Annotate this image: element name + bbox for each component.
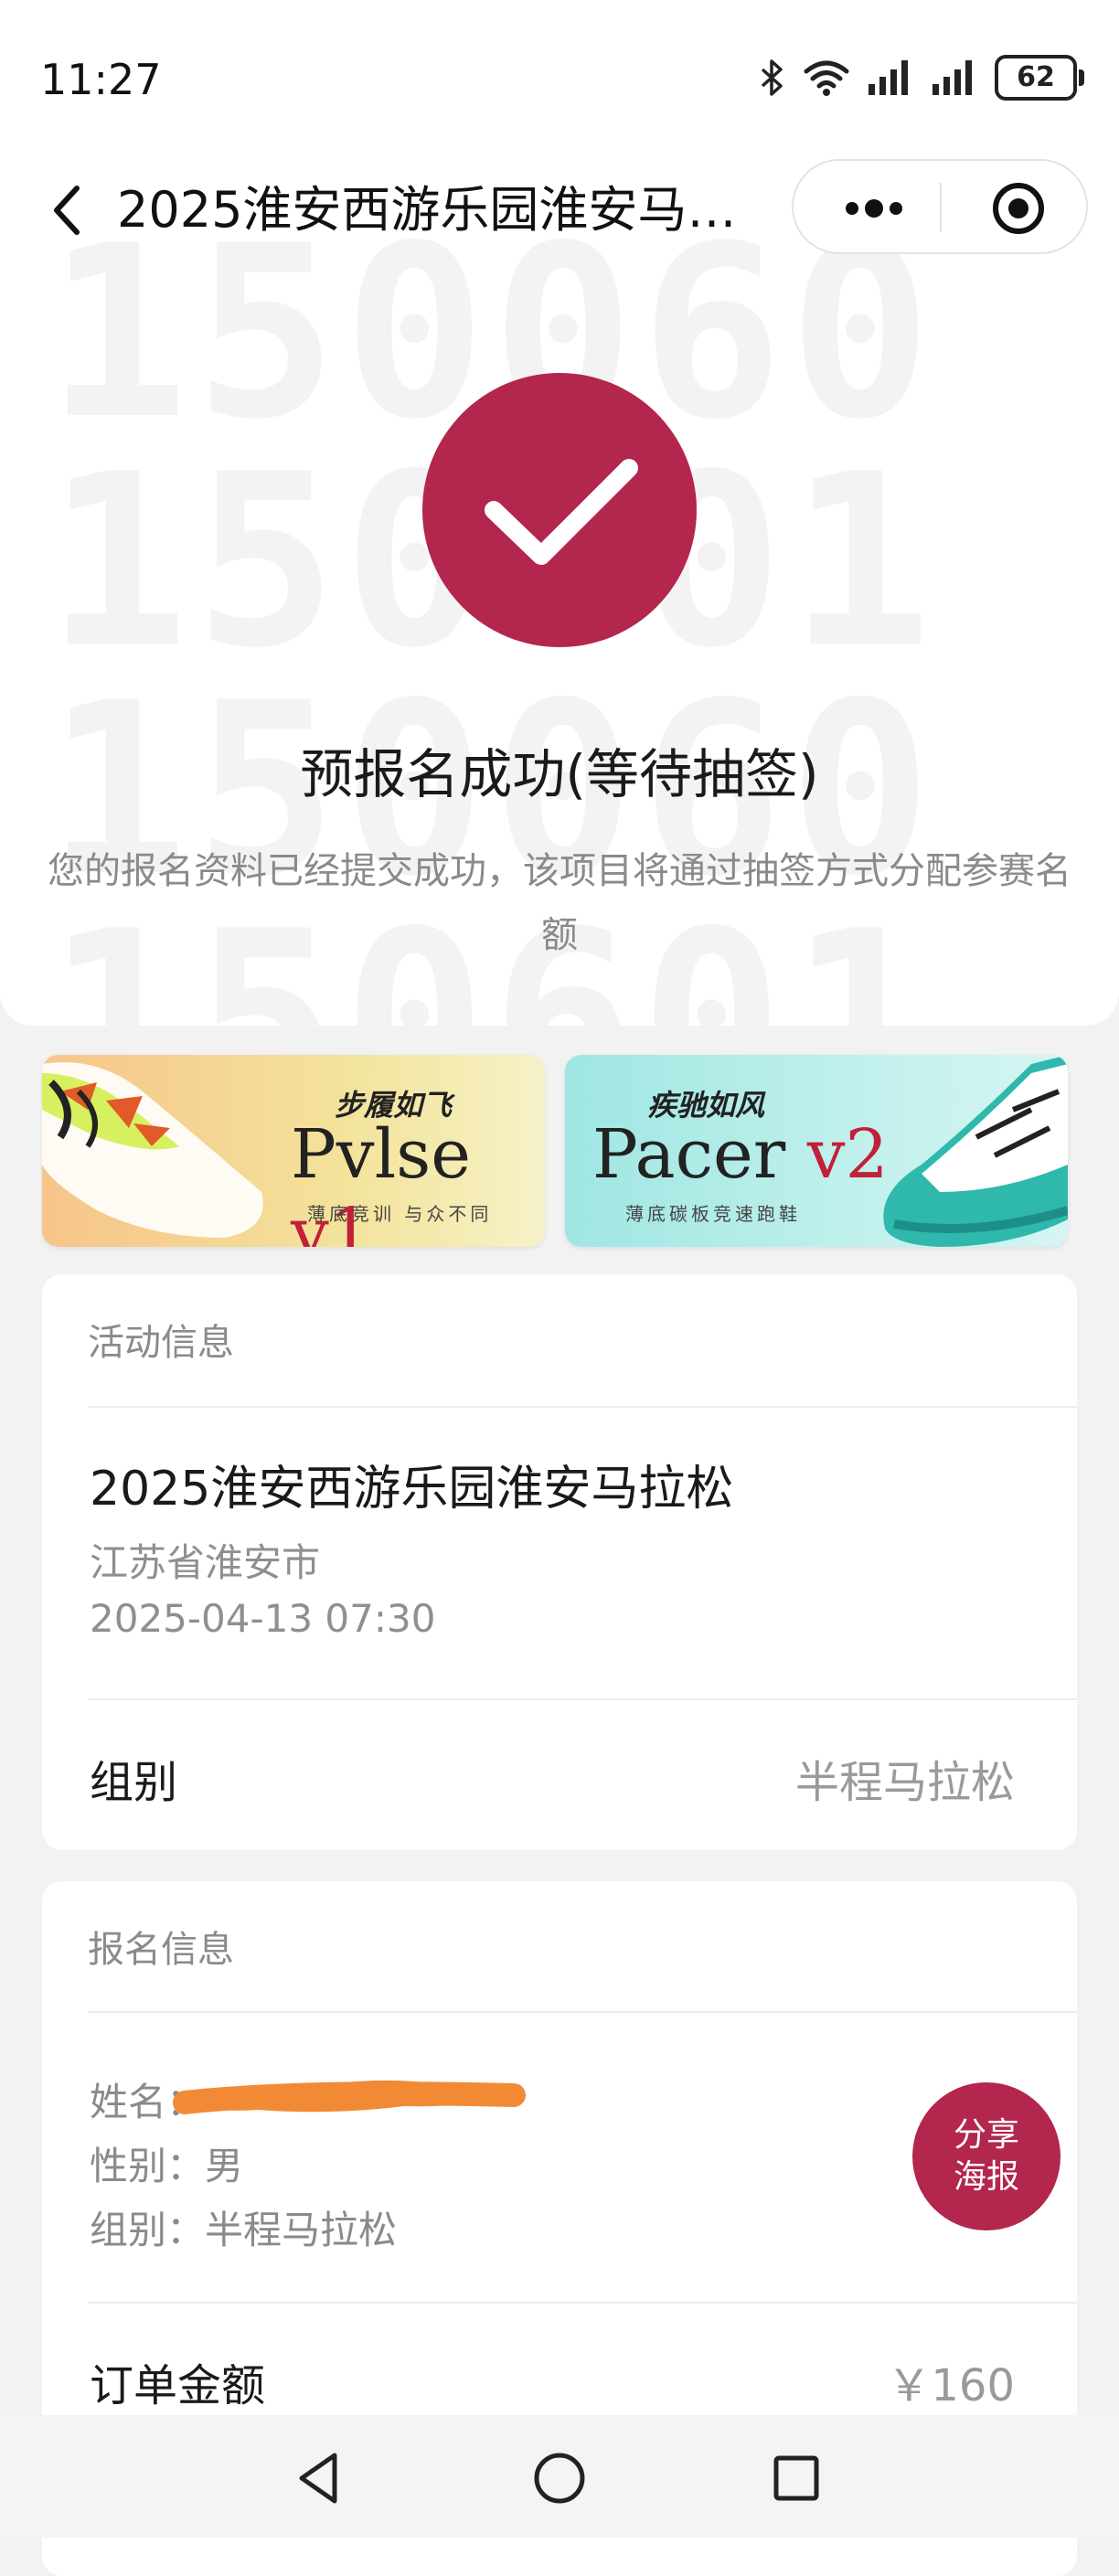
mini-program-capsule (792, 159, 1088, 254)
banner-model: Pvlse v1 (291, 1115, 545, 1247)
battery-indicator: 62 (995, 55, 1084, 101)
order-amount-label: 订单金额 (90, 2360, 266, 2411)
result-description: 您的报名资料已经提交成功，该项目将通过抽签方式分配参赛名额 (48, 850, 1071, 956)
back-arrow-icon[interactable] (44, 181, 95, 240)
navigation-bar: 2025淮安西游乐园淮安马拉松 (0, 155, 1119, 265)
banner-model-name: Pacer (592, 1115, 786, 1194)
group-label: 组别 (90, 1757, 178, 1808)
capsule-divider (940, 183, 942, 232)
activity-info-card: 活动信息 2025淮安西游乐园淮安马拉松 江苏省淮安市 2025-04-13 0… (42, 1274, 1077, 1850)
divider (88, 2011, 1077, 2013)
shoe-image (883, 1055, 1068, 1247)
status-bar: 11:27 62 (0, 37, 1119, 128)
banner-subtitle: 薄底竞训 与众不同 (307, 1203, 493, 1225)
more-options-icon[interactable] (837, 186, 911, 230)
ad-banner-pacer[interactable]: 疾驰如风 Pacer v2 薄底碳板竞速跑鞋 (565, 1055, 1068, 1247)
order-amount-value: ￥160 (887, 2360, 1015, 2411)
bluetooth-icon (761, 59, 783, 96)
share-poster-label: 分享海报 (953, 2116, 1019, 2196)
status-time: 11:27 (40, 55, 162, 104)
success-check-icon (422, 373, 697, 647)
system-navigation-bar (0, 2415, 1119, 2538)
signal-icon-1 (869, 60, 908, 95)
wifi-icon (804, 60, 849, 96)
nav-home-icon[interactable] (528, 2446, 591, 2510)
banner-model-name: Pvlse (291, 1115, 472, 1194)
group-value: 半程马拉松 (794, 1757, 1015, 1808)
banner-model: Pacer v2 (592, 1115, 889, 1194)
redaction-scribble (173, 2080, 526, 2114)
divider (88, 1406, 1077, 1408)
status-icons: 62 (759, 55, 1084, 101)
shoe-image (42, 1062, 263, 1238)
activity-header: 活动信息 (88, 1322, 234, 1364)
group-info: 组别：半程马拉松 (90, 2208, 398, 2252)
share-poster-button[interactable]: 分享海报 (912, 2082, 1060, 2230)
close-mini-program-icon[interactable] (991, 181, 1046, 236)
divider (88, 2302, 1077, 2304)
result-section: 150060 150601 150060 150601 150060 15060… (0, 0, 1119, 1026)
gender-info: 性别：男 (90, 2144, 244, 2188)
nav-back-icon[interactable] (289, 2446, 353, 2510)
divider (88, 1698, 1077, 1700)
ad-banner-pvlse[interactable]: 步履如飞 Pvlse v1 薄底竞训 与众不同 (42, 1055, 545, 1247)
signal-icon-2 (932, 60, 972, 95)
nav-recents-icon[interactable] (764, 2446, 828, 2510)
event-location: 江苏省淮安市 (90, 1540, 321, 1585)
banner-subtitle: 薄底碳板竞速跑鞋 (625, 1203, 801, 1225)
result-title: 预报名成功(等待抽签) (300, 743, 819, 805)
event-datetime: 2025-04-13 07:30 (90, 1596, 436, 1641)
registration-header: 报名信息 (88, 1929, 234, 1971)
event-name: 2025淮安西游乐园淮安马拉松 (90, 1462, 734, 1517)
page-title: 2025淮安西游乐园淮安马拉松 (117, 181, 757, 239)
